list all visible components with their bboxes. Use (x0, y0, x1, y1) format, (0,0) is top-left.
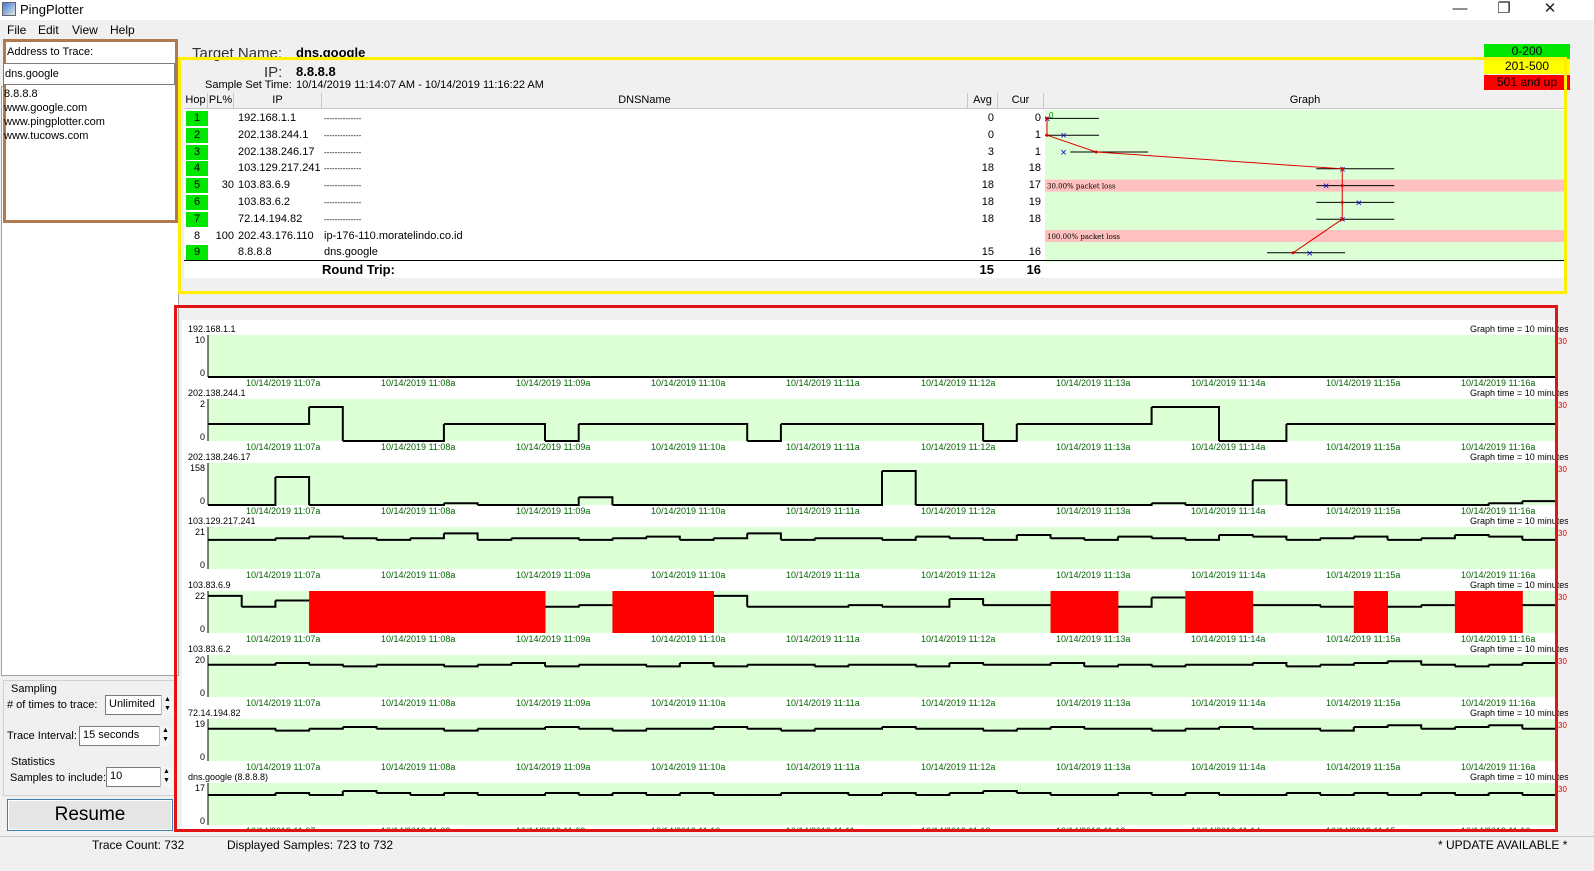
samples-label: Samples to include: (10, 772, 106, 784)
restore-button[interactable]: ❐ (1482, 0, 1526, 20)
minimize-button[interactable]: — (1438, 0, 1482, 20)
menu-view[interactable]: View (72, 23, 98, 37)
update-available[interactable]: * UPDATE AVAILABLE * (1438, 838, 1567, 852)
right-scale-marker: 30 (1558, 721, 1567, 730)
right-scale-marker: 30 (1558, 337, 1567, 346)
interval-spinner-icon[interactable]: ▲ ▼ (159, 726, 171, 746)
close-button[interactable]: ✕ (1528, 0, 1572, 20)
history-item[interactable]: 8.8.8.8 (4, 88, 38, 100)
displayed-samples: Displayed Samples: 723 to 732 (227, 838, 394, 852)
address-label: Address to Trace: (7, 46, 94, 58)
right-scale-marker: 30 (1558, 657, 1567, 666)
times-to-trace-label: # of times to trace: (7, 699, 98, 711)
right-scale-marker: 30 (1558, 401, 1567, 410)
window-title: PingPlotter (20, 2, 84, 17)
samples-spinner-icon[interactable]: ▲ ▼ (160, 767, 172, 787)
times-spinner-icon[interactable]: ▲ ▼ (161, 695, 173, 715)
trace-count: Trace Count: 732 (92, 838, 185, 852)
highlight-frame-table (178, 57, 1567, 294)
menu-bar: File Edit View Help (0, 22, 1594, 40)
history-item[interactable]: www.pingplotter.com (4, 116, 105, 128)
right-scale-marker: 30 (1558, 593, 1567, 602)
right-scale-marker: 30 (1558, 465, 1567, 474)
trace-interval-label: Trace Interval: (7, 730, 77, 742)
right-scale-marker: 30 (1558, 529, 1567, 538)
sampling-label: Sampling (11, 683, 57, 695)
menu-help[interactable]: Help (110, 23, 135, 37)
history-item[interactable]: www.tucows.com (4, 130, 88, 142)
highlight-frame-timeline (174, 305, 1558, 832)
address-input[interactable] (3, 63, 175, 85)
history-item[interactable]: www.google.com (4, 102, 87, 114)
statistics-label: Statistics (11, 756, 56, 768)
right-scale-marker: 30 (1558, 785, 1567, 794)
app-icon (2, 2, 16, 16)
resume-button[interactable]: Resume (7, 799, 173, 831)
menu-file[interactable]: File (7, 23, 26, 37)
title-bar (0, 0, 1594, 20)
menu-edit[interactable]: Edit (38, 23, 59, 37)
trace-interval-field[interactable]: 15 seconds (79, 726, 171, 746)
